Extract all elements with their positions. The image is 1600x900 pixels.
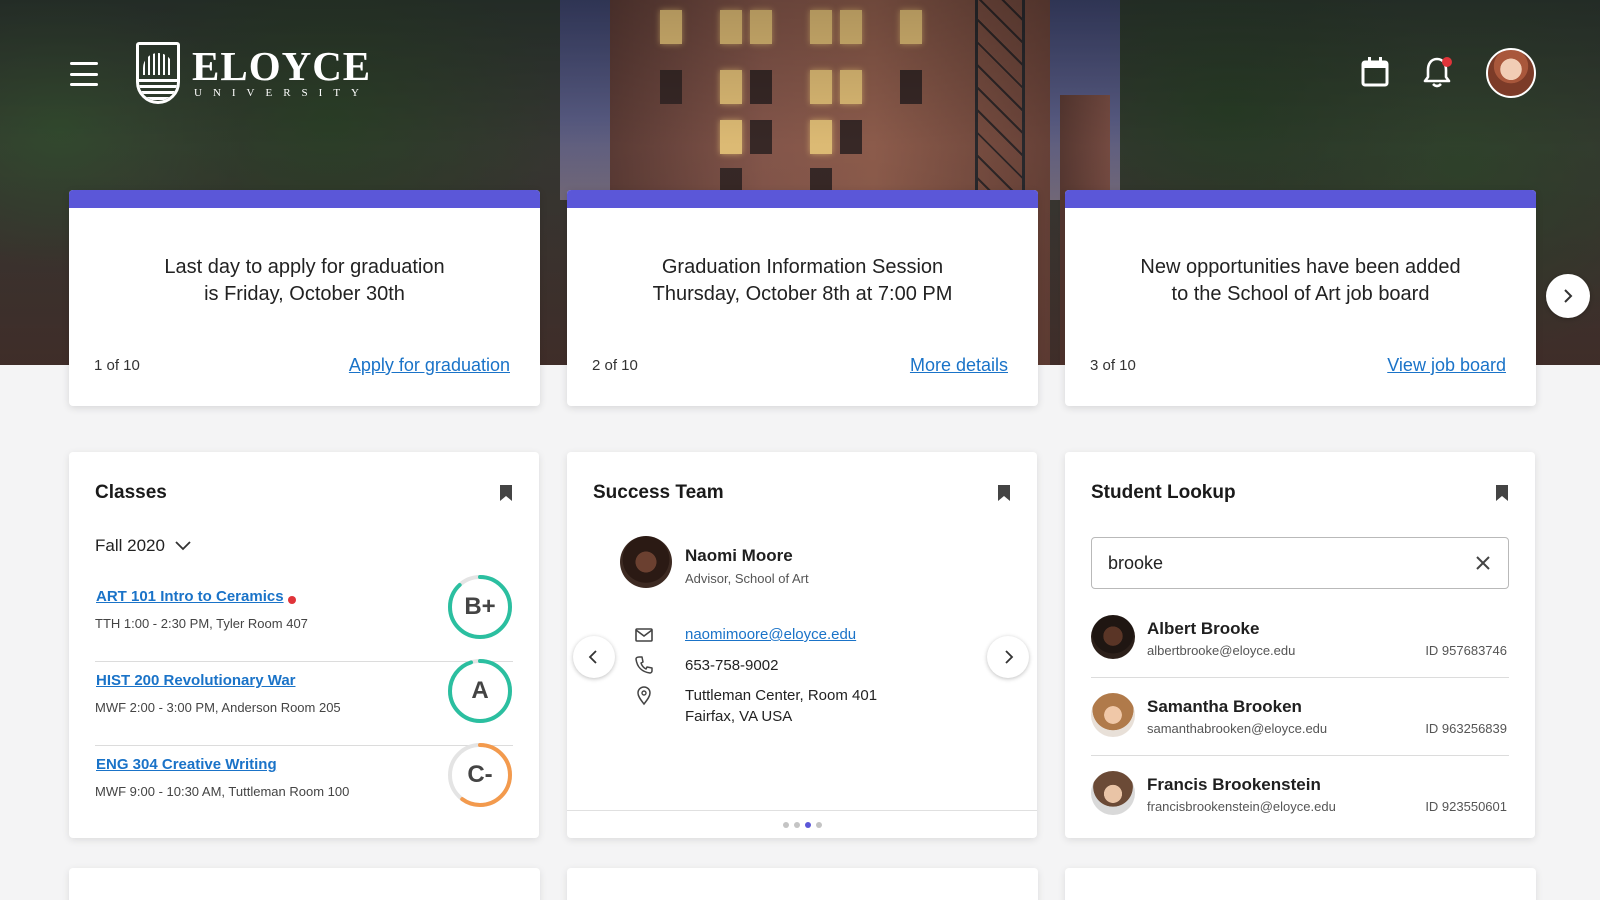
announcement-card: Last day to apply for graduation is Frid… (69, 190, 540, 406)
announcement-text: to the School of Art job board (1171, 283, 1430, 305)
student-name: Francis Brookenstein (1147, 775, 1321, 794)
class-name-link[interactable]: ART 101 Intro to Ceramics (96, 588, 284, 605)
calendar-icon[interactable] (1360, 56, 1390, 88)
menu-icon[interactable] (66, 58, 102, 90)
next-advisor-button[interactable] (987, 636, 1029, 678)
advisor-name: Naomi Moore (685, 546, 793, 565)
chevron-right-icon (1564, 289, 1573, 303)
student-search-field[interactable] (1091, 537, 1509, 589)
announcement-count: 3 of 10 (1090, 357, 1136, 374)
crest-icon (136, 42, 180, 104)
bookmark-icon[interactable] (499, 484, 513, 502)
address-line: Fairfax, VA USA (685, 708, 793, 725)
student-result-row[interactable]: Francis Brookenstein francisbrookenstein… (1091, 756, 1509, 834)
announcement-count: 2 of 10 (592, 357, 638, 374)
user-avatar[interactable] (1486, 48, 1536, 98)
class-schedule: TTH 1:00 - 2:30 PM, Tyler Room 407 (95, 616, 308, 631)
advisor-phone: 653-758-9002 (685, 657, 779, 674)
student-result-row[interactable]: Samantha Brooken samanthabrooken@eloyce.… (1091, 678, 1509, 756)
term-label: Fall 2020 (95, 536, 165, 555)
announcement-text: Graduation Information Session (661, 256, 944, 278)
class-schedule: MWF 2:00 - 3:00 PM, Anderson Room 205 (95, 700, 341, 715)
advisor-email-link[interactable]: naomimoore@eloyce.edu (685, 626, 856, 643)
class-row: ENG 304 Creative Writing MWF 9:00 - 10:3… (95, 743, 513, 830)
student-result-row[interactable]: Albert Brooke albertbrooke@eloyce.edu ID… (1091, 600, 1509, 678)
logo-subtitle: UNIVERSITY (194, 87, 370, 99)
announcement-count: 1 of 10 (94, 357, 140, 374)
class-row: ART 101 Intro to Ceramics TTH 1:00 - 2:3… (95, 575, 513, 662)
bookmark-icon[interactable] (997, 484, 1011, 502)
grade-ring[interactable]: B+ (447, 574, 513, 640)
announcement-text: Thursday, October 8th at 7:00 PM (652, 283, 953, 305)
location-pin-icon (637, 686, 651, 706)
class-name-link[interactable]: HIST 200 Revolutionary War (96, 672, 296, 689)
more-details-link[interactable]: More details (910, 355, 1008, 376)
card-stub (69, 868, 540, 900)
grade-label: B+ (464, 593, 496, 620)
student-name: Samantha Brooken (1147, 697, 1302, 716)
student-avatar (1091, 693, 1135, 737)
student-email: francisbrookenstein@eloyce.edu (1147, 799, 1336, 814)
grade-label: A (471, 677, 489, 704)
classes-title: Classes (95, 482, 167, 503)
announcement-text: New opportunities have been added (1140, 256, 1461, 278)
advisor-avatar (620, 536, 672, 588)
chevron-down-icon (175, 541, 191, 551)
phone-icon (635, 656, 653, 674)
carousel-next-button[interactable] (1546, 274, 1590, 318)
announcement-text: Last day to apply for graduation (164, 256, 445, 278)
address-line: Tuttleman Center, Room 401 (685, 687, 878, 704)
university-logo[interactable]: ELOYCE UNIVERSITY (136, 42, 371, 104)
student-email: albertbrooke@eloyce.edu (1147, 643, 1296, 658)
clear-search-icon[interactable] (1472, 552, 1494, 574)
success-team-title: Success Team (593, 482, 724, 503)
apply-for-graduation-link[interactable]: Apply for graduation (349, 355, 510, 376)
advisor-address: Tuttleman Center, Room 401 Fairfax, VA U… (685, 687, 877, 725)
student-email: samanthabrooken@eloyce.edu (1147, 721, 1328, 736)
pagination-dots (567, 810, 1037, 838)
grade-ring[interactable]: A (447, 658, 513, 724)
chevron-left-icon (588, 650, 597, 664)
top-bar: ELOYCE UNIVERSITY (0, 0, 1600, 150)
student-search-input[interactable] (1108, 550, 1448, 576)
classes-card: Classes Fall 2020 ART 101 Intro to Ceram… (69, 452, 539, 838)
view-job-board-link[interactable]: View job board (1387, 355, 1506, 376)
previous-advisor-button[interactable] (573, 636, 615, 678)
term-selector[interactable]: Fall 2020 (95, 536, 191, 556)
class-name-link[interactable]: ENG 304 Creative Writing (96, 756, 277, 773)
student-name: Albert Brooke (1147, 619, 1260, 638)
pagination-dot[interactable] (793, 821, 800, 828)
class-schedule: MWF 9:00 - 10:30 AM, Tuttleman Room 100 (95, 784, 350, 799)
advisor-role: Advisor, School of Art (685, 571, 809, 586)
card-stub (567, 868, 1038, 900)
bookmark-icon[interactable] (1495, 484, 1509, 502)
student-id: ID 923550601 (1425, 799, 1507, 814)
pagination-dot[interactable] (815, 821, 822, 828)
student-lookup-title: Student Lookup (1091, 482, 1236, 503)
grade-ring[interactable]: C- (447, 742, 513, 808)
class-row: HIST 200 Revolutionary War MWF 2:00 - 3:… (95, 659, 513, 746)
logo-name: ELOYCE (192, 43, 372, 89)
pagination-dot[interactable] (804, 821, 811, 828)
announcement-card: Graduation Information Session Thursday,… (567, 190, 1038, 406)
notification-dot (1442, 57, 1452, 67)
student-id: ID 957683746 (1425, 643, 1507, 658)
mail-icon (635, 628, 653, 642)
alert-dot (288, 596, 296, 604)
grade-label: C- (467, 761, 493, 788)
card-stub (1065, 868, 1536, 900)
pagination-dot[interactable] (782, 821, 789, 828)
student-avatar (1091, 615, 1135, 659)
announcement-card: New opportunities have been added to the… (1065, 190, 1536, 406)
announcement-text: is Friday, October 30th (204, 283, 405, 305)
success-team-card: Success Team Naomi Moore Advisor, School… (567, 452, 1037, 838)
chevron-right-icon (1005, 650, 1014, 664)
student-avatar (1091, 771, 1135, 815)
student-lookup-card: Student Lookup Albert Brooke albertbrook… (1065, 452, 1535, 838)
bell-icon[interactable] (1421, 55, 1453, 89)
student-id: ID 963256839 (1425, 721, 1507, 736)
